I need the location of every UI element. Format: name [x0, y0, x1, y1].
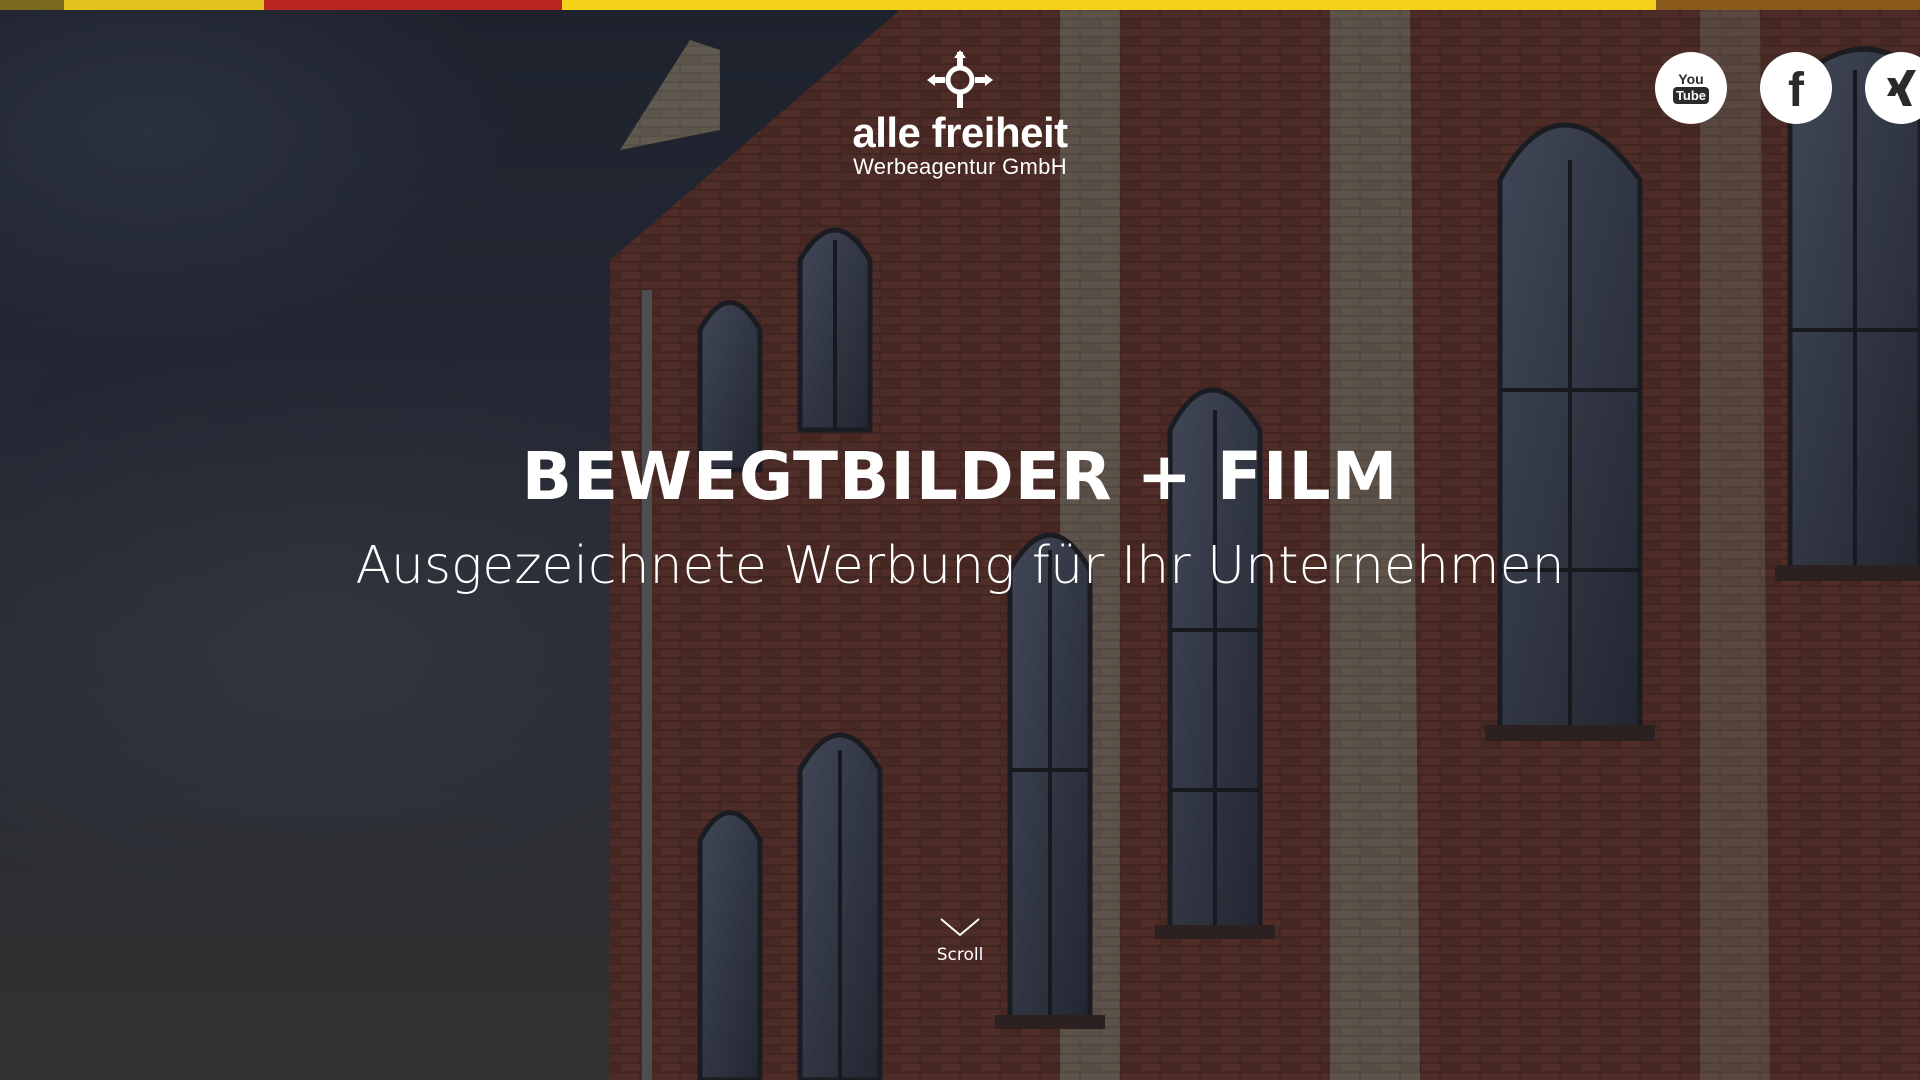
social-links: You Tube f: [0, 52, 1920, 126]
color-bar-segment: [264, 0, 562, 10]
scroll-label: Scroll: [936, 945, 984, 965]
xing-button[interactable]: [1865, 52, 1920, 124]
facebook-button[interactable]: f: [1760, 52, 1832, 124]
scroll-indicator[interactable]: Scroll: [900, 915, 1020, 965]
color-bar-segment: [0, 0, 64, 10]
chevron-down-icon: [940, 918, 980, 937]
top-color-bar: [0, 0, 1920, 10]
brand-subtitle: Werbeagentur GmbH: [853, 154, 1067, 179]
hero-headline: BEWEGTBILDER + FILM: [521, 438, 1399, 515]
youtube-icon-tube: Tube: [1672, 87, 1710, 104]
youtube-icon-you: You: [1678, 71, 1704, 87]
color-bar-segment: [64, 0, 264, 10]
facebook-icon: f: [1788, 64, 1804, 117]
hero-subline: Ausgezeichnete Werbung für Ihr Unternehm…: [355, 536, 1565, 596]
xing-icon: [1887, 70, 1916, 106]
color-bar-segment: [562, 0, 1656, 10]
youtube-button[interactable]: You Tube: [1655, 52, 1727, 124]
youtube-icon: You Tube: [1672, 71, 1710, 104]
color-bar-segment: [1656, 0, 1920, 10]
